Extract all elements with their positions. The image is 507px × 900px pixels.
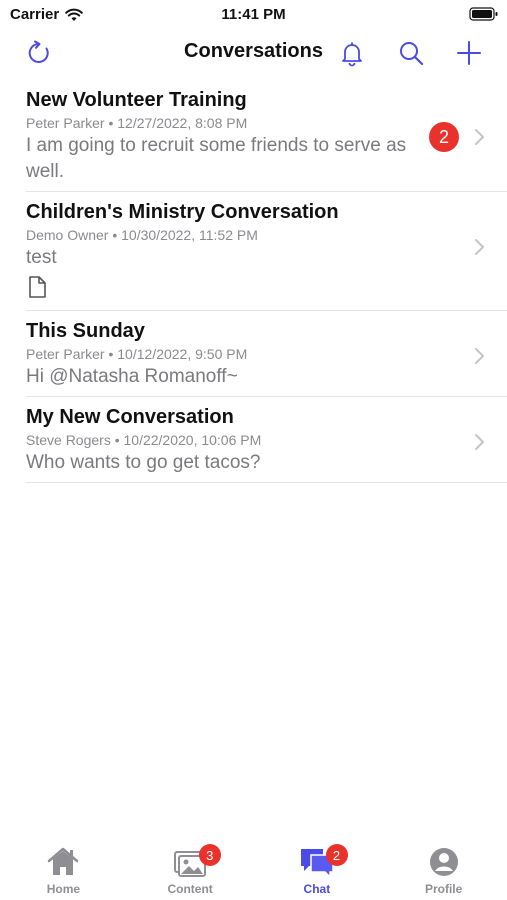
conversation-last-message: test	[26, 247, 57, 268]
conversation-row[interactable]: Children's Ministry Conversation Demo Ow…	[26, 192, 507, 311]
chevron-right-icon	[475, 239, 484, 255]
conversation-meta: Peter Parker • 10/12/2022, 9:50 PM	[26, 346, 248, 362]
search-button[interactable]	[394, 36, 428, 70]
profile-icon	[429, 848, 458, 876]
tab-bar: Home 3 Content 2 Chat Profile	[0, 840, 507, 900]
home-icon	[48, 847, 79, 875]
tab-label: Home	[46, 882, 81, 896]
conversation-row[interactable]: My New Conversation Steve Rogers • 10/22…	[26, 397, 507, 483]
plus-icon	[457, 41, 481, 65]
battery-icon	[469, 7, 498, 21]
conversation-meta: Steve Rogers • 10/22/2020, 10:06 PM	[26, 432, 262, 448]
bell-icon	[342, 42, 362, 67]
conversation-row[interactable]: This Sunday Peter Parker • 10/12/2022, 9…	[26, 311, 507, 397]
conversation-last-message: Who wants to go get tacos?	[26, 452, 261, 473]
nav-bar: Conversations	[0, 30, 507, 76]
add-conversation-button[interactable]	[452, 36, 486, 70]
tab-label: Content	[167, 882, 213, 896]
notifications-button[interactable]	[335, 36, 369, 70]
conversation-title: This Sunday	[26, 320, 145, 342]
conversation-title: Children's Ministry Conversation	[26, 201, 339, 223]
chevron-right-icon	[475, 129, 484, 145]
conversation-title: New Volunteer Training	[26, 89, 247, 111]
conversation-title: My New Conversation	[26, 406, 234, 428]
conversation-row[interactable]: New Volunteer Training Peter Parker • 12…	[26, 80, 507, 192]
unread-badge: 2	[429, 122, 459, 152]
tab-label: Profile	[424, 882, 463, 896]
conversation-list: New Volunteer Training Peter Parker • 12…	[0, 80, 507, 483]
chevron-right-icon	[475, 434, 484, 450]
tab-profile[interactable]: Profile	[380, 840, 507, 900]
conversation-meta: Demo Owner • 10/30/2022, 11:52 PM	[26, 227, 258, 243]
conversation-last-message: Hi @Natasha Romanoff~	[26, 366, 238, 387]
search-icon	[400, 42, 424, 66]
conversation-meta: Peter Parker • 12/27/2022, 8:08 PM	[26, 115, 248, 131]
status-time: 11:41 PM	[221, 6, 286, 23]
tab-label: Chat	[303, 882, 331, 896]
tab-chat[interactable]: 2 Chat	[254, 840, 381, 900]
content-badge: 3	[198, 844, 221, 866]
chevron-right-icon	[475, 348, 484, 364]
tab-content[interactable]: 3 Content	[127, 840, 254, 900]
tab-home[interactable]: Home	[0, 840, 127, 900]
status-bar: Carrier 11:41 PM	[0, 0, 507, 30]
page-title: Conversations	[184, 40, 323, 62]
chat-badge: 2	[325, 844, 348, 866]
document-icon	[29, 276, 46, 298]
conversation-last-message: I am going to recruit some friends to se…	[26, 135, 407, 182]
